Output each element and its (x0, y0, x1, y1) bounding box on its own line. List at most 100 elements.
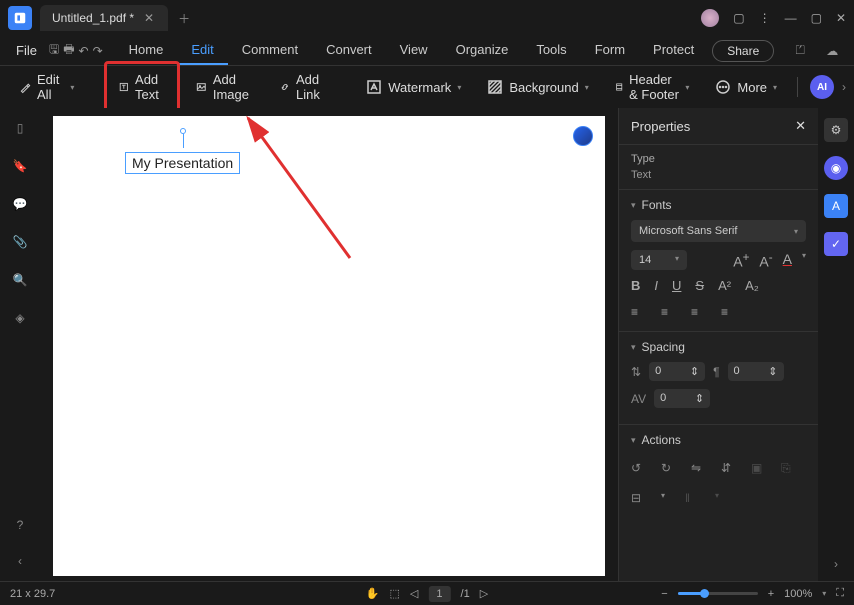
ribbon-tabs: Home Edit Comment Convert View Organize … (115, 36, 709, 65)
ai-button[interactable]: AI (810, 75, 834, 99)
ai-chat-icon[interactable]: ◉ (824, 156, 848, 180)
rotate-right-icon[interactable]: ↻ (661, 461, 679, 479)
tab-convert[interactable]: Convert (312, 36, 386, 65)
bookmarks-icon[interactable]: 🔖 (10, 156, 30, 176)
chevron-down-icon[interactable]: ▾ (661, 491, 665, 509)
actions-section-title[interactable]: Actions (631, 433, 806, 447)
underline-button[interactable]: U (672, 278, 681, 293)
add-text-button[interactable]: Add Text (109, 66, 175, 108)
strikethrough-button[interactable]: S (695, 278, 704, 293)
collapse-left-icon[interactable]: ‹ (10, 551, 30, 571)
user-avatar[interactable] (701, 9, 719, 27)
spacing-section-title[interactable]: Spacing (631, 340, 806, 354)
align-objects-icon[interactable]: ⊟ (631, 491, 649, 509)
align-justify-icon[interactable]: ≡ (721, 305, 739, 319)
align-right-icon[interactable]: ≡ (691, 305, 709, 319)
cloud-icon[interactable]: ☁ (820, 39, 844, 63)
canvas-area[interactable]: My Presentation (40, 108, 618, 581)
select-tool-icon[interactable]: ⬚ (390, 587, 400, 600)
more-button[interactable]: More ▾ (705, 73, 787, 101)
comments-icon[interactable]: 💬 (10, 194, 30, 214)
background-button[interactable]: Background ▾ (477, 73, 598, 101)
zoom-out-icon[interactable]: − (661, 588, 667, 600)
attachments-icon[interactable]: 📎 (10, 232, 30, 252)
chevron-down-icon[interactable]: ▾ (802, 251, 806, 270)
text-box-selection[interactable]: My Presentation (125, 152, 240, 174)
help-icon[interactable]: ? (10, 515, 30, 535)
tab-edit[interactable]: Edit (177, 36, 227, 65)
superscript-button[interactable]: A² (718, 278, 731, 293)
undo-icon[interactable]: ↶ (79, 39, 89, 63)
zoom-thumb[interactable] (700, 589, 709, 598)
decrease-font-icon[interactable]: A- (759, 251, 772, 270)
align-center-icon[interactable]: ≡ (661, 305, 679, 319)
next-page-icon[interactable]: ▷ (480, 587, 488, 600)
thumbnails-icon[interactable]: ▯ (10, 118, 30, 138)
pdf-page[interactable]: My Presentation (53, 116, 605, 576)
check-icon[interactable]: ✓ (824, 232, 848, 256)
line-spacing-input[interactable]: 0⇕ (649, 362, 705, 381)
save-icon[interactable]: 🖫 (49, 39, 59, 63)
fonts-section-title[interactable]: Fonts (631, 198, 806, 212)
hand-tool-icon[interactable]: ✋ (366, 587, 380, 600)
add-tab-button[interactable]: ＋ (178, 10, 190, 27)
add-image-button[interactable]: Add Image (186, 66, 264, 108)
zoom-level[interactable]: 100% (784, 588, 812, 600)
editable-text[interactable]: My Presentation (125, 152, 240, 174)
right-rail: ⚙ ◉ A ✓ › (818, 108, 854, 581)
share-button[interactable]: Share (712, 40, 774, 62)
watermark-button[interactable]: Watermark ▾ (356, 73, 471, 101)
menu-dots-icon[interactable]: ⋮ (759, 11, 771, 25)
zoom-in-icon[interactable]: + (768, 588, 774, 600)
properties-toggle-icon[interactable]: ⚙ (824, 118, 848, 142)
zoom-slider[interactable] (678, 592, 758, 595)
increase-font-icon[interactable]: A+ (733, 251, 749, 270)
maximize-icon[interactable]: ▢ (811, 11, 822, 25)
edit-all-button[interactable]: Edit All ▾ (10, 66, 84, 108)
flip-horizontal-icon[interactable]: ⇋ (691, 461, 709, 479)
close-tab-icon[interactable]: ✕ (142, 11, 156, 25)
tab-form[interactable]: Form (581, 36, 639, 65)
translate-icon[interactable]: A (824, 194, 848, 218)
subscript-button[interactable]: A₂ (745, 278, 759, 293)
rotate-left-icon[interactable]: ↺ (631, 461, 649, 479)
prev-page-icon[interactable]: ◁ (410, 587, 418, 600)
bold-button[interactable]: B (631, 278, 640, 293)
distribute-icon[interactable]: ‖ (685, 491, 703, 509)
align-left-icon[interactable]: ≡ (631, 305, 649, 319)
italic-button[interactable]: I (654, 278, 658, 293)
header-footer-button[interactable]: Header & Footer ▾ (605, 66, 700, 108)
add-link-button[interactable]: Add Link (270, 66, 336, 108)
layers-icon[interactable]: ◈ (10, 308, 30, 328)
chevron-down-icon[interactable]: ▾ (822, 589, 826, 598)
tab-tools[interactable]: Tools (522, 36, 580, 65)
minimize-icon[interactable]: — (785, 11, 797, 25)
document-tab[interactable]: Untitled_1.pdf * ✕ (40, 5, 168, 31)
close-panel-icon[interactable]: ✕ (795, 118, 806, 134)
share-icon[interactable]: ⏍ (788, 39, 812, 63)
chevron-down-icon[interactable]: ▾ (715, 491, 719, 509)
search-icon[interactable]: 🔍 (10, 270, 30, 290)
feedback-icon[interactable]: ▢ (733, 11, 744, 25)
tab-protect[interactable]: Protect (639, 36, 708, 65)
font-color-icon[interactable]: A (783, 251, 792, 270)
page-number-input[interactable]: 1 (428, 586, 450, 602)
header-footer-label: Header & Footer (629, 72, 679, 102)
char-spacing-input[interactable]: 0⇕ (654, 389, 710, 408)
chevron-right-icon[interactable]: › (842, 80, 846, 94)
font-family-select[interactable]: Microsoft Sans Serif ▾ (631, 220, 806, 242)
crop-icon[interactable]: ▣ (751, 461, 769, 479)
collapse-right-icon[interactable]: › (834, 557, 838, 571)
tab-comment[interactable]: Comment (228, 36, 312, 65)
para-spacing-input[interactable]: 0⇕ (728, 362, 784, 381)
file-menu[interactable]: File (8, 39, 45, 62)
tab-organize[interactable]: Organize (442, 36, 523, 65)
extract-icon[interactable]: ⎘ (781, 461, 799, 479)
close-window-icon[interactable]: ✕ (836, 11, 846, 25)
print-icon[interactable]: 🖶 (63, 39, 74, 63)
fullscreen-icon[interactable]: ⛶ (836, 587, 844, 600)
tab-view[interactable]: View (386, 36, 442, 65)
flip-vertical-icon[interactable]: ⇵ (721, 461, 739, 479)
font-size-select[interactable]: 14 ▾ (631, 250, 687, 270)
redo-icon[interactable]: ↷ (93, 39, 103, 63)
